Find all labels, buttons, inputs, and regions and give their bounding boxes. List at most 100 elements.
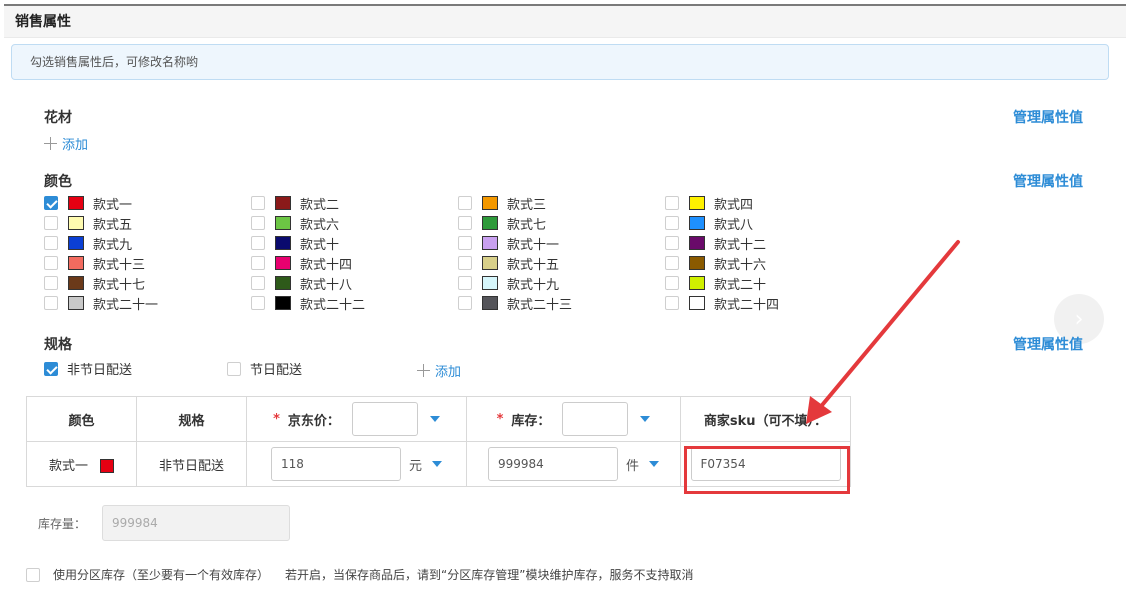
checkbox[interactable] xyxy=(458,236,472,250)
color-option[interactable]: 款式十一 xyxy=(458,233,665,253)
color-swatch xyxy=(689,216,705,230)
material-manage-button[interactable]: 管理属性值 xyxy=(1013,107,1083,127)
color-option[interactable]: 款式一 xyxy=(44,193,251,213)
caret-down-icon[interactable] xyxy=(432,461,442,467)
batch-price-input[interactable] xyxy=(351,402,418,436)
checkbox[interactable] xyxy=(458,276,472,290)
checkbox[interactable] xyxy=(458,196,472,210)
caret-down-icon[interactable] xyxy=(649,461,659,467)
color-option[interactable]: 款式十九 xyxy=(458,273,665,293)
spec-manage-button[interactable]: 管理属性值 xyxy=(1013,334,1083,354)
row-color-label: 款式一 xyxy=(48,458,88,474)
checkbox[interactable] xyxy=(44,296,58,310)
color-option[interactable]: 款式十四 xyxy=(251,253,458,273)
color-swatch xyxy=(100,459,114,473)
checkbox[interactable] xyxy=(665,236,679,250)
spec-group-title: 规格 xyxy=(44,337,72,353)
color-option[interactable]: 款式九 xyxy=(44,233,251,253)
color-option[interactable]: 款式七 xyxy=(458,213,665,233)
color-option[interactable]: 款式十七 xyxy=(44,273,251,293)
color-option[interactable]: 款式二十二 xyxy=(251,293,458,313)
checkbox[interactable] xyxy=(251,216,265,230)
checkbox[interactable] xyxy=(251,276,265,290)
checkbox[interactable] xyxy=(458,256,472,270)
color-option-label: 款式十八 xyxy=(300,277,353,293)
checkbox[interactable] xyxy=(665,296,679,310)
stock-input[interactable] xyxy=(487,447,618,481)
color-swatch xyxy=(275,236,291,250)
checkbox[interactable] xyxy=(227,361,241,376)
color-swatch xyxy=(689,256,705,270)
material-group-title: 花材 xyxy=(44,110,72,126)
spec-option[interactable]: 节日配送 xyxy=(227,359,417,378)
color-option-label: 款式十六 xyxy=(714,257,767,273)
color-option-label: 款式六 xyxy=(300,217,340,233)
spec-option[interactable]: 非节日配送 xyxy=(44,359,227,378)
color-option[interactable]: 款式五 xyxy=(44,213,251,233)
color-option[interactable]: 款式八 xyxy=(665,213,872,233)
color-option-label: 款式二十四 xyxy=(714,297,780,313)
row-price-cell: 元 xyxy=(246,441,467,487)
color-option[interactable]: 款式二十一 xyxy=(44,293,251,313)
header-stock-label: 库存： xyxy=(511,413,551,429)
color-swatch xyxy=(275,256,291,270)
checkbox[interactable] xyxy=(44,216,58,230)
color-option[interactable]: 款式二十 xyxy=(665,273,872,293)
color-swatch xyxy=(482,276,498,290)
checkbox[interactable] xyxy=(251,256,265,270)
color-swatch xyxy=(68,256,84,270)
color-swatch xyxy=(275,216,291,230)
spec-add-button[interactable]: 添加 xyxy=(417,361,461,380)
checkbox[interactable] xyxy=(665,196,679,210)
price-input[interactable] xyxy=(270,447,401,481)
caret-down-icon[interactable] xyxy=(429,416,440,422)
plus-icon xyxy=(417,364,430,377)
color-option[interactable]: 款式十三 xyxy=(44,253,251,273)
checkbox[interactable] xyxy=(44,236,58,250)
checkbox[interactable] xyxy=(251,196,265,210)
color-option-label: 款式二十 xyxy=(714,277,767,293)
checkbox[interactable] xyxy=(665,256,679,270)
checkbox[interactable] xyxy=(44,276,58,290)
checkbox[interactable] xyxy=(44,256,58,270)
color-option[interactable]: 款式二 xyxy=(251,193,458,213)
row-color-cell: 款式一 xyxy=(26,441,137,487)
color-option[interactable]: 款式十六 xyxy=(665,253,872,273)
color-swatch xyxy=(68,236,84,250)
zone-stock-note: 若开启，当保存商品后，请到“分区库存管理”模块维护库存，服务不支持取消 xyxy=(285,568,694,582)
color-option[interactable]: 款式十 xyxy=(251,233,458,253)
color-swatch xyxy=(68,196,84,210)
color-option-label: 款式七 xyxy=(507,217,547,233)
color-option[interactable]: 款式二十四 xyxy=(665,293,872,313)
row-stock-cell: 件 xyxy=(466,441,681,487)
checkbox[interactable] xyxy=(26,567,40,582)
checkbox[interactable] xyxy=(44,361,58,376)
section-title: 销售属性 xyxy=(4,6,1126,38)
checkbox[interactable] xyxy=(251,296,265,310)
color-option[interactable]: 款式二十三 xyxy=(458,293,665,313)
material-add-button[interactable]: 添加 xyxy=(44,134,88,153)
checkbox[interactable] xyxy=(458,296,472,310)
color-option-label: 款式九 xyxy=(93,237,133,253)
color-swatch xyxy=(482,196,498,210)
color-option[interactable]: 款式十八 xyxy=(251,273,458,293)
checkbox[interactable] xyxy=(665,216,679,230)
checkbox[interactable] xyxy=(251,236,265,250)
color-option[interactable]: 款式十五 xyxy=(458,253,665,273)
color-option-label: 款式四 xyxy=(714,197,754,213)
color-option-label: 款式十九 xyxy=(507,277,560,293)
caret-down-icon[interactable] xyxy=(640,416,651,422)
color-option[interactable]: 款式三 xyxy=(458,193,665,213)
spec-option-label: 节日配送 xyxy=(250,363,303,378)
checkbox[interactable] xyxy=(44,196,58,210)
color-option-label: 款式三 xyxy=(507,197,547,213)
batch-stock-input[interactable] xyxy=(562,402,629,436)
color-option[interactable]: 款式十二 xyxy=(665,233,872,253)
color-manage-button[interactable]: 管理属性值 xyxy=(1013,171,1083,191)
color-option[interactable]: 款式四 xyxy=(665,193,872,213)
color-swatch xyxy=(275,196,291,210)
color-swatch xyxy=(68,296,84,310)
checkbox[interactable] xyxy=(665,276,679,290)
color-option[interactable]: 款式六 xyxy=(251,213,458,233)
checkbox[interactable] xyxy=(458,216,472,230)
